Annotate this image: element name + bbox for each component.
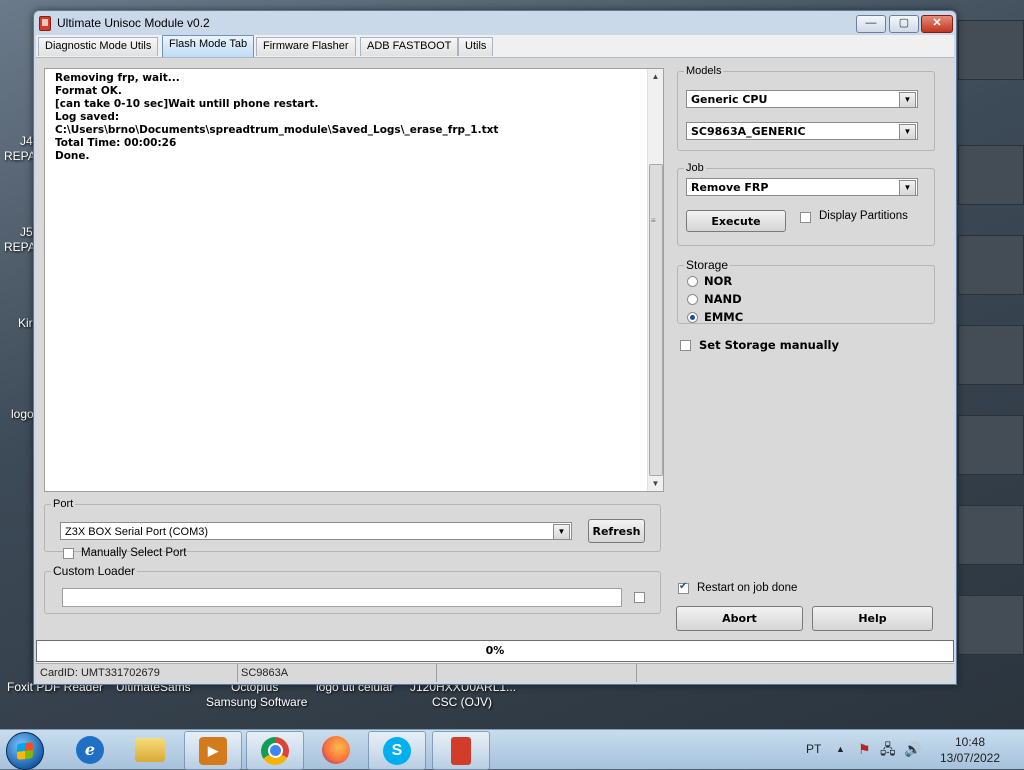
job-select[interactable]: Remove FRP ▼ — [686, 178, 918, 196]
window-client: Diagnostic Mode Utils Flash Mode Tab Fir… — [36, 35, 954, 683]
tab-firmware-flasher[interactable]: Firmware Flasher — [256, 37, 356, 56]
model-select[interactable]: SC9863A_GENERIC ▼ — [686, 122, 918, 140]
status-chip: SC9863A — [237, 664, 437, 682]
display-partitions-checkbox[interactable] — [800, 212, 811, 223]
restart-on-job-done-label: Restart on job done — [697, 582, 798, 594]
window-title: Ultimate Unisoc Module v0.2 — [57, 16, 210, 30]
folder-icon — [135, 737, 165, 762]
model-select-value: SC9863A_GENERIC — [691, 125, 806, 138]
storage-radio-nand[interactable] — [687, 294, 698, 305]
app-icon — [451, 736, 471, 765]
refresh-button[interactable]: Refresh — [588, 519, 645, 543]
tab-adb-fastboot[interactable]: ADB FASTBOOT — [360, 37, 459, 56]
chevron-down-icon[interactable]: ▼ — [899, 180, 916, 196]
progress-bar: 0% — [36, 640, 954, 662]
cpu-select[interactable]: Generic CPU ▼ — [686, 90, 918, 108]
tab-utils[interactable]: Utils — [458, 37, 494, 56]
execute-button[interactable]: Execute — [686, 210, 786, 232]
chevron-down-icon[interactable]: ▼ — [899, 92, 916, 108]
clock-time: 10:48 — [954, 735, 986, 749]
scroll-down-icon[interactable]: ▼ — [648, 476, 663, 491]
storage-radio-nor[interactable] — [687, 276, 698, 287]
taskbar-explorer[interactable] — [122, 731, 178, 768]
volume-icon[interactable]: 🔊 — [904, 730, 921, 769]
job-legend: Job — [686, 162, 704, 174]
status-empty-cell — [436, 664, 637, 682]
status-bar: CardID: UMT331702679 SC9863A — [36, 663, 954, 683]
restart-on-job-done-checkbox[interactable] — [678, 581, 689, 594]
app-icon — [39, 16, 51, 31]
language-indicator[interactable]: PT — [806, 730, 821, 769]
log-text: Removing frp, wait... Format OK. [can ta… — [55, 72, 499, 162]
clock[interactable]: 10:48 13/07/2022 — [930, 734, 1010, 766]
maximize-button[interactable]: ▢ — [889, 15, 919, 33]
manually-select-port-checkbox[interactable] — [63, 548, 74, 559]
minimize-button[interactable]: — — [856, 15, 886, 33]
storage-radio-emmc[interactable] — [687, 312, 698, 323]
help-button[interactable]: Help — [812, 606, 933, 631]
display-partitions-label: Display Partitions — [819, 210, 908, 222]
log-output[interactable]: Removing frp, wait... Format OK. [can ta… — [44, 68, 664, 492]
desktop-icon-label[interactable]: REPA — [4, 149, 36, 163]
desktop-icon-label[interactable]: Samsung Software — [206, 695, 307, 709]
desktop-icon-label[interactable]: REPA — [4, 240, 36, 254]
cpu-select-value: Generic CPU — [691, 93, 768, 106]
internet-explorer-icon: e — [76, 735, 104, 764]
desktop-icon-label[interactable]: logo — [11, 407, 34, 421]
chevron-down-icon[interactable]: ▼ — [899, 124, 916, 140]
progress-label: 0% — [485, 644, 505, 657]
taskbar-unisoc-module[interactable] — [432, 731, 490, 770]
taskbar-chrome[interactable] — [246, 731, 304, 770]
close-button[interactable]: ✕ — [921, 15, 953, 33]
desktop-icon-label[interactable]: CSC (OJV) — [432, 695, 492, 709]
storage-option-nand: NAND — [704, 292, 742, 306]
custom-loader-input[interactable] — [62, 588, 622, 607]
taskbar: e ▶ S PT ▲ ⚑ 🖧 🔊 10:48 13/07/2022 — [0, 729, 1024, 770]
media-player-icon: ▶ — [199, 736, 227, 765]
port-select-value: Z3X BOX Serial Port (COM3) — [65, 526, 209, 538]
custom-loader-legend: Custom Loader — [53, 564, 136, 578]
storage-legend: Storage — [686, 258, 729, 272]
job-select-value: Remove FRP — [691, 181, 769, 194]
chevron-down-icon[interactable]: ▼ — [553, 524, 570, 540]
taskbar-skype[interactable]: S — [368, 731, 426, 770]
firefox-icon — [322, 735, 350, 764]
app-window: Ultimate Unisoc Module v0.2 — ▢ ✕ Diagno… — [33, 10, 957, 685]
scroll-up-icon[interactable]: ▲ — [648, 69, 663, 84]
scroll-thumb[interactable] — [649, 164, 663, 476]
set-storage-manually-label: Set Storage manually — [699, 338, 839, 352]
network-icon[interactable]: 🖧 — [880, 730, 896, 769]
set-storage-manually-checkbox[interactable] — [680, 340, 691, 351]
tab-flash-mode[interactable]: Flash Mode Tab — [162, 35, 255, 57]
job-group: Job — [677, 162, 935, 246]
action-center-icon[interactable]: ⚑ — [858, 730, 871, 769]
skype-icon: S — [383, 736, 411, 765]
chrome-icon — [261, 736, 289, 765]
storage-option-emmc: EMMC — [704, 310, 744, 324]
desktop-background-tiles — [954, 0, 1024, 730]
port-legend: Port — [53, 498, 74, 510]
start-button[interactable] — [6, 732, 44, 770]
custom-loader-checkbox[interactable] — [634, 592, 645, 603]
tab-diagnostic-mode-utils[interactable]: Diagnostic Mode Utils — [38, 37, 159, 56]
port-select[interactable]: Z3X BOX Serial Port (COM3) ▼ — [60, 522, 572, 540]
show-hidden-icons-icon[interactable]: ▲ — [836, 730, 845, 769]
log-scrollbar[interactable]: ▲ ≡ ▼ — [647, 69, 663, 491]
taskbar-media-player[interactable]: ▶ — [184, 731, 242, 770]
tab-strip: Diagnostic Mode Utils Flash Mode Tab Fir… — [36, 35, 954, 58]
taskbar-ie[interactable]: e — [62, 731, 118, 768]
grip-icon: ≡ — [651, 216, 656, 225]
storage-option-nor: NOR — [704, 274, 733, 288]
taskbar-firefox[interactable] — [308, 731, 364, 768]
desktop-icon-label[interactable]: Kir — [18, 316, 33, 330]
models-legend: Models — [686, 65, 722, 77]
status-card-id: CardID: UMT331702679 — [36, 664, 238, 682]
title-bar[interactable]: Ultimate Unisoc Module v0.2 — ▢ ✕ — [34, 11, 956, 35]
manually-select-port-label: Manually Select Port — [81, 547, 187, 559]
abort-button[interactable]: Abort — [676, 606, 803, 631]
clock-date: 13/07/2022 — [939, 751, 1001, 765]
flash-mode-panel: Removing frp, wait... Format OK. [can ta… — [36, 58, 954, 658]
